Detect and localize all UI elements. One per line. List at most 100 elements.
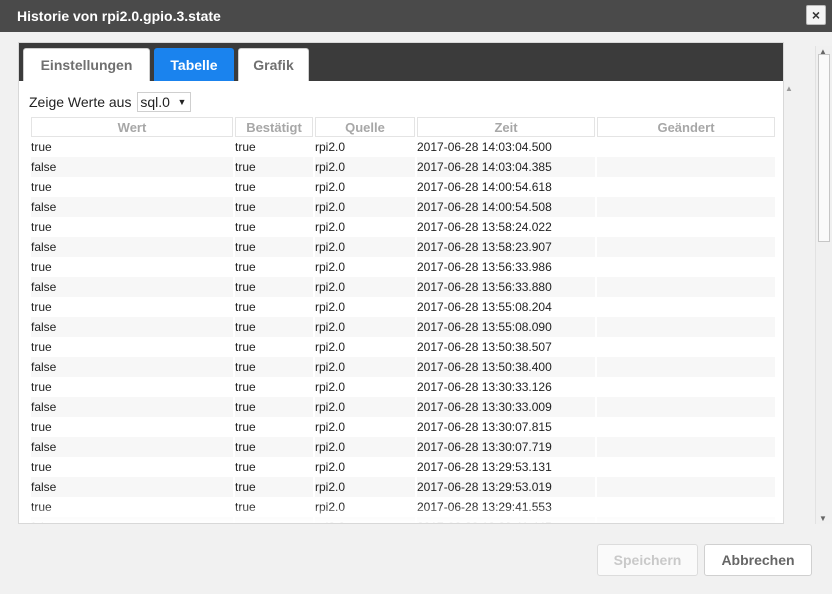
cell-bestaetigt: true — [235, 180, 256, 194]
cell-quelle: rpi2.0 — [315, 340, 346, 354]
save-button[interactable]: Speichern — [597, 544, 698, 576]
cell-quelle: rpi2.0 — [315, 197, 415, 217]
cell-wert: true — [31, 420, 52, 434]
cancel-button[interactable]: Abbrechen — [704, 544, 812, 576]
cell-bestaetigt: true — [235, 437, 313, 457]
cell-quelle: rpi2.0 — [315, 477, 415, 497]
cell-wert: true — [31, 300, 52, 314]
cell-geaendert — [597, 417, 775, 437]
cell-geaendert — [597, 137, 775, 157]
cell-bestaetigt: true — [235, 420, 256, 434]
cell-geaendert — [597, 337, 775, 357]
column-header-zeit[interactable]: Zeit — [417, 117, 595, 137]
vertical-scrollbar[interactable]: ▲ ▼ — [815, 46, 832, 524]
cell-bestaetigt: true — [235, 300, 256, 314]
cell-geaendert — [597, 317, 775, 337]
cell-zeit: 2017-06-28 14:00:54.508 — [417, 197, 595, 217]
cell-zeit: 2017-06-28 14:03:04.500 — [417, 140, 552, 154]
source-select[interactable]: sql.0 ▼ — [137, 92, 192, 112]
cell-geaendert — [597, 357, 775, 377]
table-row[interactable]: false true rpi2.0 2017-06-28 13:30:33.009 — [31, 397, 775, 417]
cell-geaendert — [597, 177, 775, 197]
cell-zeit: 2017-06-28 13:30:07.815 — [417, 420, 552, 434]
cell-wert: false — [31, 277, 233, 297]
history-panel: Einstellungen Tabelle Grafik Zeige Werte… — [18, 42, 784, 524]
cell-wert: true — [31, 380, 52, 394]
cell-geaendert — [597, 237, 775, 257]
cell-zeit: 2017-06-28 13:50:38.400 — [417, 357, 595, 377]
table-row[interactable]: false true rpi2.0 2017-06-28 13:56:33.880 — [31, 277, 775, 297]
table-row[interactable]: false true rpi2.0 2017-06-28 13:50:38.400 — [31, 357, 775, 377]
cell-wert: true — [31, 260, 52, 274]
history-table: Wert Bestätigt Quelle Zeit Geändert true… — [29, 117, 777, 523]
cell-bestaetigt: true — [235, 157, 313, 177]
column-header-wert[interactable]: Wert — [31, 117, 233, 137]
scroll-down-icon[interactable]: ▼ — [819, 514, 827, 523]
close-icon: × — [811, 7, 821, 23]
table-row[interactable]: false true rpi2.0 2017-06-28 13:29:53.019 — [31, 477, 775, 497]
table-row[interactable]: true true rpi2.0 2017-06-28 13:50:38.507 — [31, 337, 775, 357]
table-row[interactable]: true true rpi2.0 2017-06-28 13:56:33.986 — [31, 257, 775, 277]
table-row[interactable]: false true rpi2.0 2017-06-28 14:00:54.508 — [31, 197, 775, 217]
history-table-body: true true rpi2.0 2017-06-28 14:03:04.500 fal… — [31, 137, 775, 523]
cell-geaendert — [597, 377, 775, 397]
tab-einstellungen[interactable]: Einstellungen — [23, 48, 150, 81]
table-row[interactable]: true true rpi2.0 2017-06-28 13:58:24.022 — [31, 217, 775, 237]
cell-geaendert — [597, 457, 775, 477]
column-header-geaendert[interactable]: Geändert — [597, 117, 775, 137]
cell-quelle: rpi2.0 — [315, 397, 415, 417]
table-row[interactable]: true true rpi2.0 2017-06-28 13:30:07.815 — [31, 417, 775, 437]
cell-bestaetigt: true — [235, 477, 313, 497]
cell-zeit: 2017-06-28 13:58:23.907 — [417, 237, 595, 257]
table-fade-overlay — [19, 505, 783, 523]
cell-geaendert — [597, 277, 775, 297]
cell-zeit: 2017-06-28 13:55:08.204 — [417, 300, 552, 314]
cell-wert: false — [31, 397, 233, 417]
cell-zeit: 2017-06-28 13:55:08.090 — [417, 317, 595, 337]
cell-wert: false — [31, 477, 233, 497]
table-row[interactable]: true true rpi2.0 2017-06-28 13:30:33.126 — [31, 377, 775, 397]
column-header-bestaetigt[interactable]: Bestätigt — [235, 117, 313, 137]
cell-geaendert — [597, 437, 775, 457]
table-row[interactable]: false true rpi2.0 2017-06-28 14:03:04.385 — [31, 157, 775, 177]
cell-zeit: 2017-06-28 13:29:53.019 — [417, 477, 595, 497]
cell-bestaetigt: true — [235, 357, 313, 377]
source-row: Zeige Werte aus sql.0 ▼ — [29, 92, 192, 112]
scrollbar-thumb[interactable] — [818, 54, 830, 242]
cell-quelle: rpi2.0 — [315, 420, 346, 434]
tab-grafik[interactable]: Grafik — [238, 48, 309, 81]
column-header-quelle[interactable]: Quelle — [315, 117, 415, 137]
cell-zeit: 2017-06-28 14:03:04.385 — [417, 157, 595, 177]
table-row[interactable]: false true rpi2.0 2017-06-28 13:58:23.907 — [31, 237, 775, 257]
cell-bestaetigt: true — [235, 260, 256, 274]
cell-wert: true — [31, 340, 52, 354]
cell-bestaetigt: true — [235, 220, 256, 234]
source-select-value: sql.0 — [140, 94, 170, 110]
tab-tabelle[interactable]: Tabelle — [154, 48, 234, 81]
cell-bestaetigt: true — [235, 237, 313, 257]
table-row[interactable]: true true rpi2.0 2017-06-28 14:03:04.500 — [31, 137, 775, 157]
close-button[interactable]: × — [806, 5, 826, 25]
cell-zeit: 2017-06-28 13:30:07.719 — [417, 437, 595, 457]
cell-quelle: rpi2.0 — [315, 380, 346, 394]
cell-bestaetigt: true — [235, 397, 313, 417]
table-row[interactable]: false true rpi2.0 2017-06-28 13:55:08.090 — [31, 317, 775, 337]
cell-geaendert — [597, 397, 775, 417]
cell-bestaetigt: true — [235, 317, 313, 337]
cell-zeit: 2017-06-28 13:56:33.986 — [417, 260, 552, 274]
cell-geaendert — [597, 217, 775, 237]
inner-scroll-up-icon[interactable]: ▲ — [785, 84, 793, 93]
table-row[interactable]: true true rpi2.0 2017-06-28 14:00:54.618 — [31, 177, 775, 197]
source-label: Zeige Werte aus — [29, 94, 132, 110]
cell-bestaetigt: true — [235, 460, 256, 474]
dialog-titlebar: Historie von rpi2.0.gpio.3.state × — [0, 0, 832, 32]
table-row[interactable]: true true rpi2.0 2017-06-28 13:29:53.131 — [31, 457, 775, 477]
table-row[interactable]: true true rpi2.0 2017-06-28 13:55:08.204 — [31, 297, 775, 317]
cell-bestaetigt: true — [235, 140, 256, 154]
cell-zeit: 2017-06-28 14:00:54.618 — [417, 180, 552, 194]
table-row[interactable]: false true rpi2.0 2017-06-28 13:30:07.719 — [31, 437, 775, 457]
cell-quelle: rpi2.0 — [315, 357, 415, 377]
cell-wert: false — [31, 357, 233, 377]
cell-zeit: 2017-06-28 13:58:24.022 — [417, 220, 552, 234]
cell-quelle: rpi2.0 — [315, 260, 346, 274]
